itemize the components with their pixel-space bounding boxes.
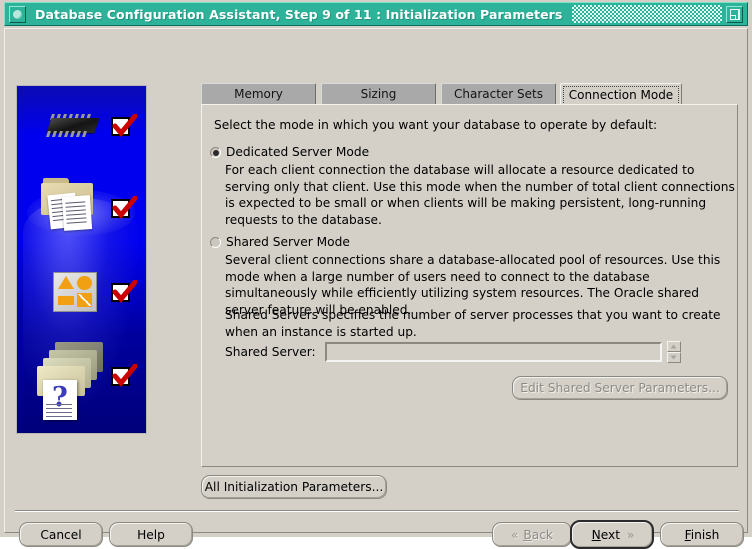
all-initialization-parameters-label: All Initialization Parameters... <box>204 480 384 494</box>
window-body: ? Memory Sizing Character Sets Connectio… <box>4 28 748 549</box>
window-menu-icon[interactable] <box>9 5 26 23</box>
tab-strip: Memory Sizing Character Sets Connection … <box>201 83 738 105</box>
finish-button-label-rest: inish <box>690 527 720 542</box>
edit-shared-server-parameters-button[interactable]: Edit Shared Server Parameters... <box>512 376 728 400</box>
shared-server-mode-label: Shared Server Mode <box>226 235 350 249</box>
shared-server-field-row: Shared Server: <box>225 341 681 363</box>
spinner-down-icon[interactable] <box>666 352 681 363</box>
dedicated-server-mode-label: Dedicated Server Mode <box>226 145 370 159</box>
title-bar-drag-area[interactable] <box>572 5 722 23</box>
tab-focus-ring <box>563 86 679 105</box>
help-button[interactable]: Help <box>109 522 193 547</box>
shared-server-input[interactable] <box>324 342 662 362</box>
maximize-icon[interactable] <box>726 5 743 23</box>
tab-memory[interactable]: Memory <box>201 83 316 104</box>
window-title: Database Configuration Assistant, Step 9… <box>35 6 563 22</box>
chevron-left-icon: « <box>511 527 518 542</box>
next-button-label: Next <box>591 527 621 542</box>
step-check-icon <box>111 196 137 220</box>
shared-server-mode-radio[interactable] <box>210 237 221 248</box>
footer-divider <box>15 510 739 512</box>
cancel-button[interactable]: Cancel <box>19 522 103 547</box>
oracle-wizard-illustration: ? <box>16 85 147 434</box>
next-button-label-rest: ext <box>600 527 621 542</box>
step-check-icon <box>111 280 137 304</box>
edit-shared-server-parameters-label: Edit Shared Server Parameters... <box>520 381 720 395</box>
dedicated-server-mode-radio[interactable] <box>210 147 221 158</box>
chip-icon <box>43 114 101 138</box>
tab-character-sets[interactable]: Character Sets <box>441 83 556 104</box>
spinner-up-icon[interactable] <box>666 341 681 352</box>
tab-memory-label: Memory <box>234 87 283 101</box>
tab-connection-mode[interactable]: Connection Mode <box>560 83 682 105</box>
shared-servers-note: Shared Servers specifies the number of s… <box>225 308 721 339</box>
shapes-palette-icon <box>53 272 97 312</box>
back-button[interactable]: « Back <box>492 522 572 547</box>
all-initialization-parameters-button[interactable]: All Initialization Parameters... <box>201 475 387 499</box>
connection-mode-panel: Select the mode in which you want your d… <box>201 104 738 467</box>
finish-button-label: Finish <box>684 527 720 542</box>
back-button-label-rest: ack <box>531 527 553 542</box>
finish-button[interactable]: Finish <box>660 522 744 547</box>
folder-stack-question-icon: ? <box>35 342 111 420</box>
next-button[interactable]: Next » <box>570 520 654 549</box>
tab-sizing[interactable]: Sizing <box>321 83 436 104</box>
shared-server-label: Shared Server: <box>225 345 316 359</box>
window-menu-dot-icon <box>13 9 22 19</box>
step-check-icon <box>111 114 137 138</box>
help-button-label: Help <box>137 527 165 542</box>
back-button-label: Back <box>523 527 553 542</box>
shared-server-stepper[interactable] <box>666 341 681 363</box>
tab-sizing-label: Sizing <box>360 87 397 101</box>
database-configuration-assistant-window: Database Configuration Assistant, Step 9… <box>0 0 752 549</box>
step-check-icon <box>111 364 137 388</box>
dedicated-server-mode-description: For each client connection the database … <box>225 163 735 227</box>
folder-documents-icon <box>39 178 99 231</box>
tab-character-sets-label: Character Sets <box>453 87 543 101</box>
cancel-button-label: Cancel <box>40 527 82 542</box>
title-bar: Database Configuration Assistant, Step 9… <box>4 2 748 26</box>
panel-intro-text: Select the mode in which you want your d… <box>214 118 658 132</box>
chevron-right-icon: » <box>627 527 634 542</box>
